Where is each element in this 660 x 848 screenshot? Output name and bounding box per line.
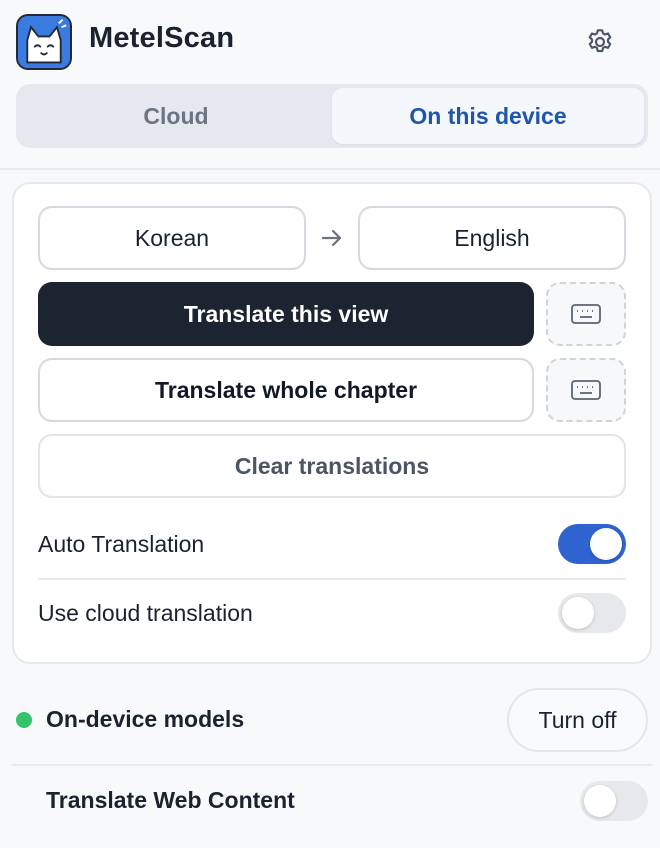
toggle-knob: [562, 597, 594, 629]
on-device-models-label: On-device models: [46, 706, 245, 732]
translate-view-shortcut-button[interactable]: [546, 282, 626, 346]
target-language-select[interactable]: English: [358, 206, 626, 270]
translate-web-content-label: Translate Web Content: [46, 787, 295, 813]
source-segmented-control: Cloud On this device: [16, 84, 648, 148]
translate-chapter-shortcut-button[interactable]: [546, 358, 626, 422]
app-title: MetelScan: [89, 22, 235, 54]
keyboard-icon: [571, 304, 601, 324]
source-language-select[interactable]: Korean: [38, 206, 306, 270]
translate-web-content-toggle[interactable]: [580, 781, 648, 821]
arrow-right-icon: [321, 229, 342, 247]
tab-cloud[interactable]: Cloud: [20, 88, 332, 144]
auto-translation-toggle[interactable]: [558, 524, 626, 564]
turn-off-button[interactable]: Turn off: [507, 688, 648, 752]
cat-logo-icon: [16, 14, 72, 70]
cloud-translation-toggle[interactable]: [558, 593, 626, 633]
settings-button[interactable]: [580, 22, 620, 62]
divider: [0, 168, 660, 170]
auto-translation-label: Auto Translation: [38, 531, 205, 557]
tab-on-this-device[interactable]: On this device: [332, 88, 644, 144]
status-indicator: [16, 712, 32, 728]
row-divider: [38, 578, 626, 580]
header: MetelScan: [0, 0, 660, 84]
cloud-translation-label: Use cloud translation: [38, 600, 253, 626]
keyboard-icon: [571, 380, 601, 400]
clear-translations-button[interactable]: Clear translations: [38, 434, 626, 498]
app-window: MetelScan Cloud On this device Korean En…: [0, 0, 660, 848]
toggle-knob: [590, 528, 622, 560]
divider: [12, 764, 652, 766]
translate-view-button[interactable]: Translate this view: [38, 282, 534, 346]
toggle-knob: [584, 785, 616, 817]
gear-icon: [588, 29, 612, 53]
translate-chapter-button[interactable]: Translate whole chapter: [38, 358, 534, 422]
